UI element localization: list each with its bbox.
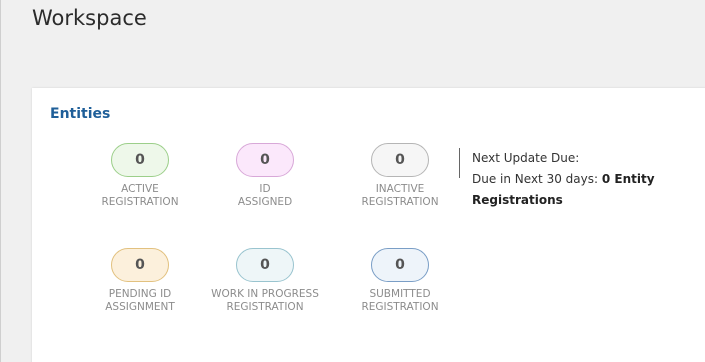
tile-count-pill[interactable]: 0 <box>236 143 294 177</box>
tile-label-line1: ID <box>259 183 271 195</box>
tile-submitted-registration[interactable]: 0 SUBMITTED REGISTRATION <box>335 248 465 314</box>
tile-label-line2: ASSIGNMENT <box>105 301 175 313</box>
tile-id-assigned[interactable]: 0 ID ASSIGNED <box>200 143 330 209</box>
tile-inactive-registration[interactable]: 0 INACTIVE REGISTRATION <box>335 143 465 209</box>
tile-label-line2: REGISTRATION <box>361 196 439 208</box>
tile-label-line2: REGISTRATION <box>361 301 439 313</box>
tile-label-line1: PENDING ID <box>108 288 172 300</box>
tile-count-pill[interactable]: 0 <box>111 248 169 282</box>
tile-count-pill[interactable]: 0 <box>236 248 294 282</box>
due-prefix: Due in Next 30 days: <box>472 172 599 186</box>
entities-card: Entities 0 ACTIVE REGISTRATION 0 ID ASSI… <box>32 88 705 362</box>
tile-label-line1: ACTIVE <box>121 183 159 195</box>
tile-work-in-progress-registration[interactable]: 0 WORK IN PROGRESS REGISTRATION <box>200 248 330 314</box>
due-count: 0 Entity <box>601 172 655 186</box>
tile-label: WORK IN PROGRESS REGISTRATION <box>200 288 330 314</box>
tile-active-registration[interactable]: 0 ACTIVE REGISTRATION <box>75 143 205 209</box>
workspace-page: Workspace Entities 0 ACTIVE REGISTRATION… <box>0 0 705 362</box>
info-divider <box>459 148 460 178</box>
tile-label-line2: REGISTRATION <box>101 196 179 208</box>
page-title: Workspace <box>32 6 147 30</box>
tile-label: ID ASSIGNED <box>200 183 330 209</box>
next-update-heading: Next Update Due: <box>472 151 580 165</box>
left-edge-divider <box>0 0 1 362</box>
next-update-suffix-line: Registrations <box>472 190 705 211</box>
tile-count-pill[interactable]: 0 <box>111 143 169 177</box>
tile-pending-id-assignment[interactable]: 0 PENDING ID ASSIGNMENT <box>75 248 205 314</box>
tile-label: PENDING ID ASSIGNMENT <box>75 288 205 314</box>
next-update-info: Next Update Due: Due in Next 30 days: 0 … <box>472 148 705 211</box>
tile-label: ACTIVE REGISTRATION <box>75 183 205 209</box>
tile-label-line2: ASSIGNED <box>237 196 293 208</box>
tile-count-pill[interactable]: 0 <box>371 248 429 282</box>
entities-card-title: Entities <box>50 106 111 122</box>
next-update-due-line: Due in Next 30 days: 0 Entity <box>472 169 705 190</box>
tile-label: INACTIVE REGISTRATION <box>335 183 465 209</box>
tile-label: SUBMITTED REGISTRATION <box>335 288 465 314</box>
tile-label-line1: WORK IN PROGRESS <box>211 288 319 300</box>
tile-label-line2: REGISTRATION <box>226 301 304 313</box>
tile-label-line1: INACTIVE <box>375 183 425 195</box>
tile-count-pill[interactable]: 0 <box>371 143 429 177</box>
due-suffix: Registrations <box>472 193 563 207</box>
tile-label-line1: SUBMITTED <box>369 288 431 300</box>
